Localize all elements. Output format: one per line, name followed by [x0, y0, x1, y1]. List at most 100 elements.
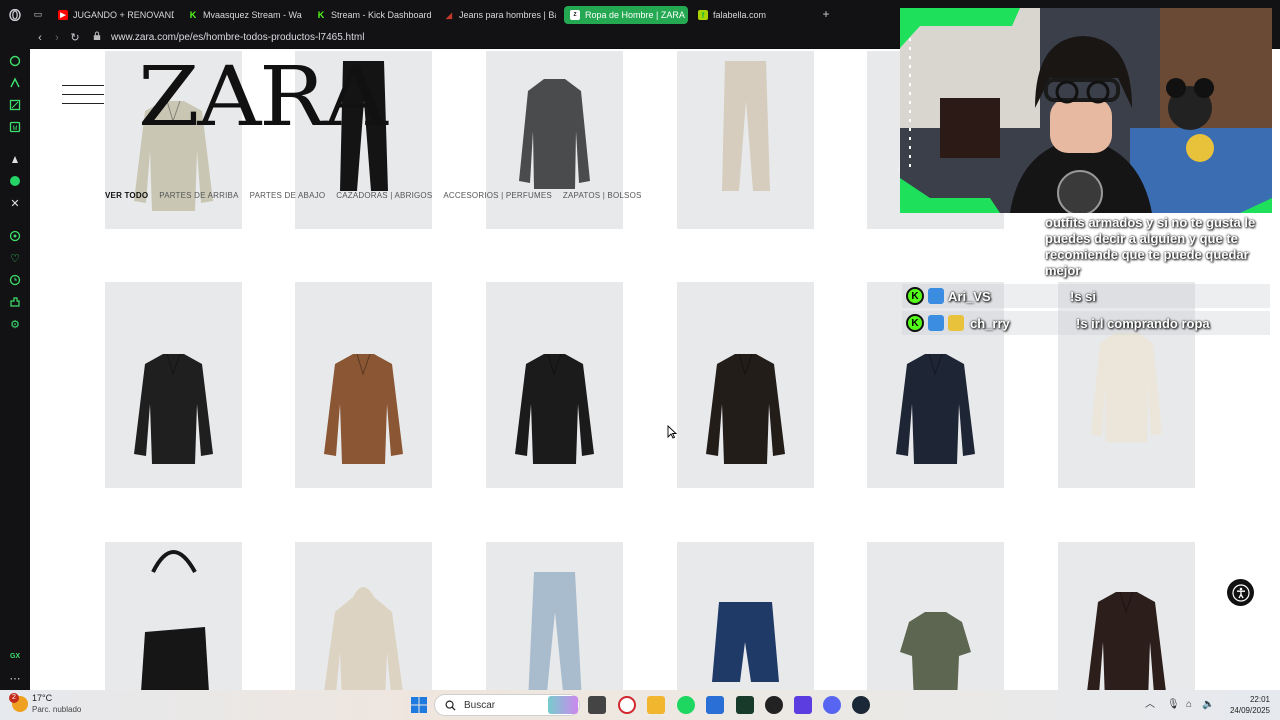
- lock-icon: [93, 31, 105, 45]
- product-card-black-leather-jacket[interactable]: [105, 282, 242, 488]
- weather-icon: 2: [9, 693, 28, 712]
- messenger-icon[interactable]: M: [9, 121, 21, 133]
- chat-text: !s irl comprando ropa: [1076, 315, 1210, 331]
- category-cazadoras-abrigos[interactable]: CAZADORAS | ABRIGOS: [336, 191, 432, 200]
- product-card-brown-suede-jacket[interactable]: [295, 282, 432, 488]
- falabella-icon: f: [698, 10, 708, 20]
- tab-zara[interactable]: Z Ropa de Hombre | ZARA: [564, 6, 688, 24]
- opera-logo-icon[interactable]: [9, 9, 21, 21]
- bershka-icon: ◢: [445, 10, 453, 20]
- reload-button[interactable]: ↻: [68, 31, 82, 45]
- gx-icon[interactable]: GX: [9, 650, 21, 662]
- zara-logo[interactable]: ZARA: [138, 57, 388, 139]
- category-ver-todo[interactable]: VER TODO: [105, 191, 148, 200]
- tab-youtube[interactable]: ▶ JUGANDO + RENOVANDO: [52, 6, 174, 24]
- product-image: [324, 587, 403, 690]
- product-image: [324, 353, 403, 464]
- x-icon[interactable]: ✕: [9, 197, 21, 210]
- product-image: [515, 353, 594, 464]
- kick-icon: K: [317, 10, 325, 20]
- clock-time: 22:01: [1249, 695, 1270, 704]
- opera-gx-taskbar-icon[interactable]: [618, 696, 636, 714]
- tab-kick-dashboard[interactable]: K Stream - Kick Dashboard: [310, 6, 434, 24]
- notification-badge: 2: [9, 693, 19, 703]
- webcam-overlay: [900, 8, 1272, 213]
- tab-label: Ropa de Hombre | ZARA: [585, 10, 685, 20]
- youtube-icon: ▶: [58, 10, 68, 20]
- weather-temp: 17°C: [32, 693, 53, 703]
- tray-chevron-icon[interactable]: ︿: [1145, 699, 1155, 711]
- tab-label: Mvaasquez Stream - Wat: [203, 10, 302, 20]
- kick-icon: K: [189, 10, 197, 20]
- search-placeholder: Buscar: [464, 699, 496, 711]
- aria-icon[interactable]: [9, 77, 21, 89]
- heart-icon[interactable]: ♡: [9, 252, 21, 265]
- speed-dial-icon[interactable]: [9, 55, 21, 67]
- category-partes-de-arriba[interactable]: PARTES DE ARRIBA: [159, 191, 238, 200]
- product-card-black-leather-bag[interactable]: [105, 542, 242, 690]
- player-icon[interactable]: [9, 230, 21, 242]
- discord-icon[interactable]: [823, 696, 841, 714]
- product-card-black-overshirt-jacket[interactable]: [486, 282, 623, 488]
- tab-kick-watch[interactable]: K Mvaasquez Stream - Wat: [182, 6, 302, 24]
- network-icon[interactable]: ⌂: [1186, 699, 1192, 711]
- product-image: [134, 353, 213, 464]
- settings-icon[interactable]: ⚙: [9, 318, 21, 331]
- product-card-light-wash-jeans[interactable]: [486, 542, 623, 690]
- product-card-olive-polo-shirt[interactable]: [867, 542, 1004, 690]
- weather-widget[interactable]: 2 17°C Parc. nublado: [9, 693, 81, 715]
- whatsapp-icon[interactable]: [9, 175, 21, 187]
- category-partes-de-abajo[interactable]: PARTES DE ABAJO: [250, 191, 326, 200]
- zara-icon: Z: [570, 10, 580, 20]
- product-image: [712, 602, 779, 682]
- product-image: [1087, 591, 1166, 690]
- more-icon[interactable]: ⋯: [9, 672, 21, 685]
- streamer-camera-feed: [900, 8, 1272, 213]
- workspaces-icon[interactable]: ▭: [32, 8, 44, 20]
- task-view-icon[interactable]: [588, 696, 606, 714]
- screen: M ✕ ♡ ⚙ GX ⋯ ▭ ▶ JUGANDO + RENOVANDO K M…: [0, 0, 1280, 720]
- accessibility-icon: [1231, 583, 1250, 602]
- accessibility-button[interactable]: [1227, 579, 1254, 606]
- forward-button[interactable]: ›: [50, 31, 64, 45]
- category-nav: VER TODO PARTES DE ARRIBA PARTES DE ABAJ…: [105, 191, 642, 200]
- product-card-blue-denim-shorts[interactable]: [677, 542, 814, 690]
- tab-falabella[interactable]: f falabella.com: [692, 6, 792, 24]
- product-card-beige-trousers[interactable]: [677, 51, 814, 229]
- tab-bershka[interactable]: ◢ Jeans para hombres | Ba: [438, 6, 556, 24]
- product-card-dark-leather-jacket[interactable]: [677, 282, 814, 488]
- product-image: [141, 550, 209, 690]
- kick-studio-icon[interactable]: [736, 696, 754, 714]
- file-explorer-icon[interactable]: [647, 696, 665, 714]
- microphone-icon[interactable]: 🎙: [1167, 699, 1180, 711]
- steam-icon[interactable]: [852, 696, 870, 714]
- product-card-dark-brown-jacket[interactable]: [1058, 542, 1195, 690]
- search-highlight-icon[interactable]: [548, 696, 578, 714]
- obs-icon[interactable]: [765, 696, 783, 714]
- product-card-grey-zip-sweatshirt[interactable]: [486, 51, 623, 229]
- clock[interactable]: 22:01 24/09/2025: [1230, 694, 1270, 716]
- product-image: [528, 572, 582, 690]
- new-tab-button[interactable]: +: [820, 8, 832, 20]
- category-accesorios-perfumes[interactable]: ACCESORIOS | PERFUMES: [443, 191, 552, 200]
- product-card-beige-hooded-jacket[interactable]: [295, 542, 432, 690]
- browser-sidebar: M ✕ ♡ ⚙ GX ⋯: [0, 0, 30, 690]
- tab-label: JUGANDO + RENOVANDO: [73, 10, 174, 20]
- category-zapatos-bolsos[interactable]: ZAPATOS | BOLSOS: [563, 191, 642, 200]
- snapshot-icon[interactable]: [9, 99, 21, 111]
- extensions-icon[interactable]: [9, 296, 21, 308]
- windows-start-icon[interactable]: [410, 696, 428, 714]
- chat-username: Ari_VS: [948, 288, 991, 304]
- url-field[interactable]: www.zara.com/pe/es/hombre-todos-producto…: [111, 31, 364, 45]
- back-button[interactable]: ‹: [33, 31, 47, 45]
- menu-icon[interactable]: [62, 85, 104, 105]
- store-icon[interactable]: [706, 696, 724, 714]
- chat-username: ch_rry: [970, 315, 1010, 331]
- volume-icon[interactable]: 🔈: [1202, 699, 1214, 711]
- app-icon[interactable]: [794, 696, 812, 714]
- tiktok-icon[interactable]: [9, 153, 21, 165]
- product-image: [900, 612, 971, 690]
- history-icon[interactable]: [9, 274, 21, 286]
- spotify-icon[interactable]: [677, 696, 695, 714]
- badge-blue: [928, 315, 944, 331]
